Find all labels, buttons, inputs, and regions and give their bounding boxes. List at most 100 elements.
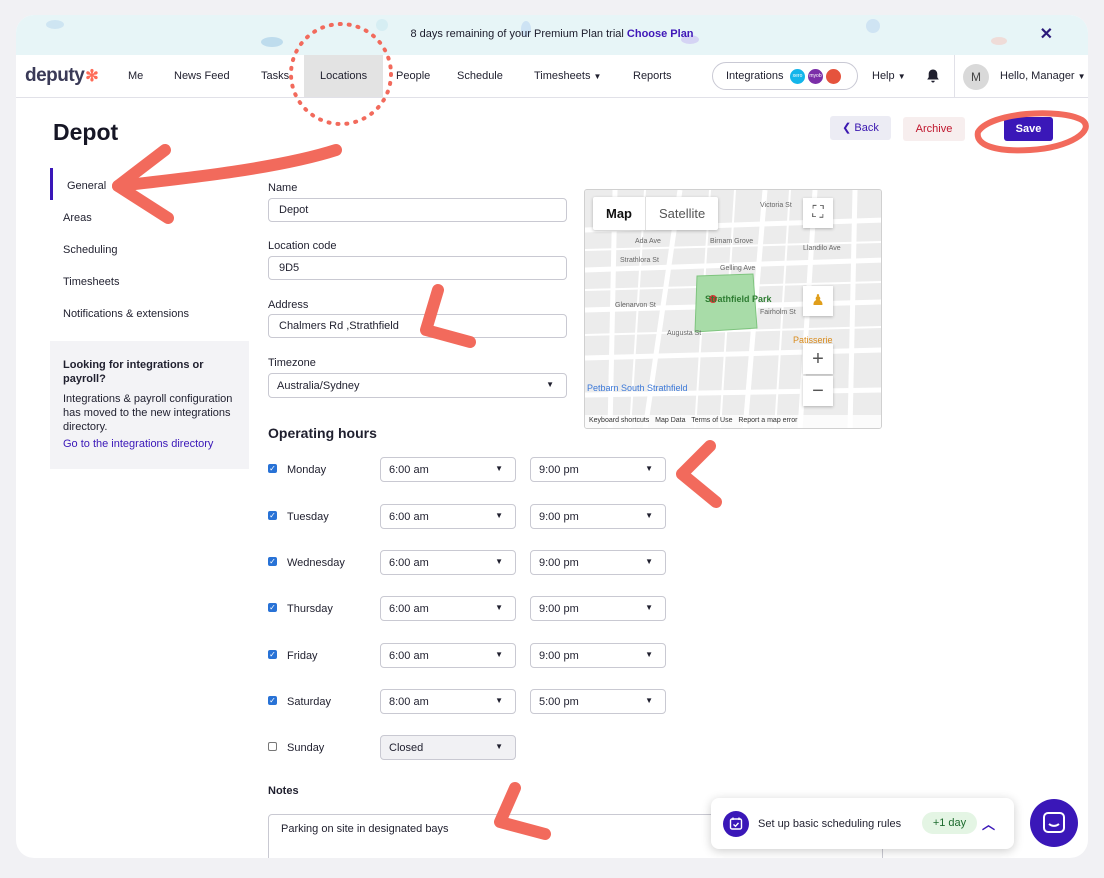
tuesday-open-value: 6:00 am	[389, 511, 429, 523]
map-street-ada: Ada Ave	[635, 238, 661, 245]
info-body: Integrations & payroll configuration has…	[63, 393, 233, 433]
zoom-in-button[interactable]: +	[803, 344, 833, 374]
map-street-gelling: Gelling Ave	[720, 265, 756, 272]
caret-down-icon: ▼	[645, 557, 653, 566]
location-code-label: Location code	[268, 240, 337, 252]
nav-locations[interactable]: Locations	[304, 55, 384, 97]
user-menu[interactable]: Hello, Manager ▼	[1000, 70, 1086, 82]
map-street-birnam: Birnam Grove	[710, 238, 754, 245]
sunday-status-select[interactable]: Closed ▼	[380, 735, 516, 760]
map-tab-satellite[interactable]: Satellite	[645, 197, 718, 230]
map-street-fairholm: Fairholm St	[760, 309, 796, 316]
banner-message: 8 days remaining of your Premium Plan tr…	[16, 28, 1088, 40]
map-place-petbarn: Petbarn South Strathfield	[587, 383, 688, 393]
monday-checkbox[interactable]: ✓	[268, 464, 277, 473]
monday-close-value: 9:00 pm	[539, 464, 579, 476]
tuesday-open-select[interactable]: 6:00 am ▼	[380, 504, 516, 529]
nav-people[interactable]: People	[396, 70, 430, 82]
bell-icon[interactable]	[925, 68, 941, 84]
choose-plan-link[interactable]: Choose Plan	[627, 28, 694, 40]
nav-news-feed[interactable]: News Feed	[174, 70, 230, 82]
day-label-saturday: Saturday	[287, 696, 332, 708]
saturday-close-select[interactable]: 5:00 pm ▼	[530, 689, 666, 714]
saturday-checkbox[interactable]: ✓	[268, 696, 277, 705]
toast-day-chip: +1 day	[922, 812, 977, 834]
chevron-up-icon[interactable]: ︿	[982, 814, 995, 833]
location-code-field[interactable]: 9D5	[268, 256, 567, 280]
monday-open-select[interactable]: 6:00 am ▼	[380, 457, 516, 482]
wednesday-open-select[interactable]: 6:00 am ▼	[380, 550, 516, 575]
calendar-check-icon	[723, 811, 749, 837]
nav-schedule[interactable]: Schedule	[457, 70, 503, 82]
friday-open-select[interactable]: 6:00 am ▼	[380, 643, 516, 668]
save-button[interactable]: Save	[1004, 117, 1053, 141]
friday-close-value: 9:00 pm	[539, 650, 579, 662]
user-greeting: Hello, Manager	[1000, 70, 1075, 82]
thursday-close-select[interactable]: 9:00 pm ▼	[530, 596, 666, 621]
thursday-checkbox[interactable]: ✓	[268, 603, 277, 612]
integrations-directory-link[interactable]: Go to the integrations directory	[63, 437, 236, 451]
integrations-button[interactable]: Integrations xero myob	[712, 62, 858, 90]
timezone-select[interactable]: Australia/Sydney ▼	[268, 373, 567, 398]
monday-close-select[interactable]: 9:00 pm ▼	[530, 457, 666, 482]
zoom-out-button[interactable]: −	[803, 376, 833, 406]
nav-tasks[interactable]: Tasks	[261, 70, 289, 82]
friday-open-value: 6:00 am	[389, 650, 429, 662]
notes-label: Notes	[268, 785, 299, 797]
close-icon[interactable]: ✕	[1040, 24, 1053, 44]
integrations-info-box: Looking for integrations or payroll? Int…	[50, 341, 249, 469]
chat-launcher-button[interactable]	[1030, 799, 1078, 847]
thursday-open-value: 6:00 am	[389, 603, 429, 615]
info-title: Looking for integrations or payroll?	[63, 359, 204, 385]
page-title: Depot	[53, 119, 119, 145]
sidebar-item-scheduling[interactable]: Scheduling	[63, 244, 117, 256]
friday-close-select[interactable]: 9:00 pm ▼	[530, 643, 666, 668]
nav-reports[interactable]: Reports	[633, 70, 672, 82]
nav-me[interactable]: Me	[128, 70, 143, 82]
caret-down-icon: ▼	[645, 464, 653, 473]
sunday-checkbox[interactable]	[268, 742, 277, 751]
address-field[interactable]: Chalmers Rd ,Strathfield	[268, 314, 567, 338]
caret-down-icon: ▼	[645, 603, 653, 612]
help-menu[interactable]: Help ▼	[872, 70, 906, 82]
map-tab-map[interactable]: Map	[593, 197, 645, 230]
scheduling-rules-toast[interactable]: Set up basic scheduling rules +1 day ︿	[711, 798, 1014, 849]
caret-down-icon: ▼	[645, 511, 653, 520]
sunday-status-value: Closed	[389, 742, 424, 754]
deputy-logo[interactable]: deputy✻	[25, 65, 99, 87]
day-label-thursday: Thursday	[287, 603, 333, 615]
tuesday-checkbox[interactable]: ✓	[268, 511, 277, 520]
map-terms-link[interactable]: Terms of Use	[691, 417, 732, 424]
friday-checkbox[interactable]: ✓	[268, 650, 277, 659]
thursday-open-select[interactable]: 6:00 am ▼	[380, 596, 516, 621]
wednesday-close-select[interactable]: 9:00 pm ▼	[530, 550, 666, 575]
name-label: Name	[268, 182, 298, 194]
saturday-open-select[interactable]: 8:00 am ▼	[380, 689, 516, 714]
chat-icon	[1043, 812, 1065, 833]
name-field[interactable]: Depot	[268, 198, 567, 222]
map-keyboard-shortcuts[interactable]: Keyboard shortcuts	[589, 417, 649, 424]
sidebar-item-areas[interactable]: Areas	[63, 212, 92, 224]
archive-button[interactable]: Archive	[903, 117, 965, 141]
monday-open-value: 6:00 am	[389, 464, 429, 476]
wednesday-checkbox[interactable]: ✓	[268, 557, 277, 566]
toast-text: Set up basic scheduling rules	[758, 818, 902, 830]
saturday-open-value: 8:00 am	[389, 696, 429, 708]
caret-down-icon: ▼	[546, 380, 554, 389]
sidebar-item-timesheets[interactable]: Timesheets	[63, 276, 119, 288]
avatar[interactable]: M	[963, 64, 989, 90]
pegman-icon[interactable]: ♟	[803, 286, 833, 316]
fullscreen-icon[interactable]: ⛶	[803, 198, 833, 228]
sidebar-item-notifications[interactable]: Notifications & extensions	[63, 308, 189, 320]
map-street-strathlora: Strathlora St	[620, 257, 659, 264]
back-button[interactable]: ❮ Back	[830, 116, 891, 140]
sidebar-active-indicator	[50, 168, 53, 200]
map-street-llandilo: Llandilo Ave	[803, 245, 841, 252]
map-report-error-link[interactable]: Report a map error	[738, 417, 797, 424]
sidebar-item-general[interactable]: General	[67, 180, 106, 192]
map-data-link[interactable]: Map Data	[655, 417, 685, 424]
tuesday-close-select[interactable]: 9:00 pm ▼	[530, 504, 666, 529]
caret-down-icon: ▼	[495, 650, 503, 659]
nav-timesheets[interactable]: Timesheets ▼	[534, 70, 601, 82]
location-map[interactable]: Strathfield Park Patisserie Petbarn Sout…	[584, 189, 882, 429]
